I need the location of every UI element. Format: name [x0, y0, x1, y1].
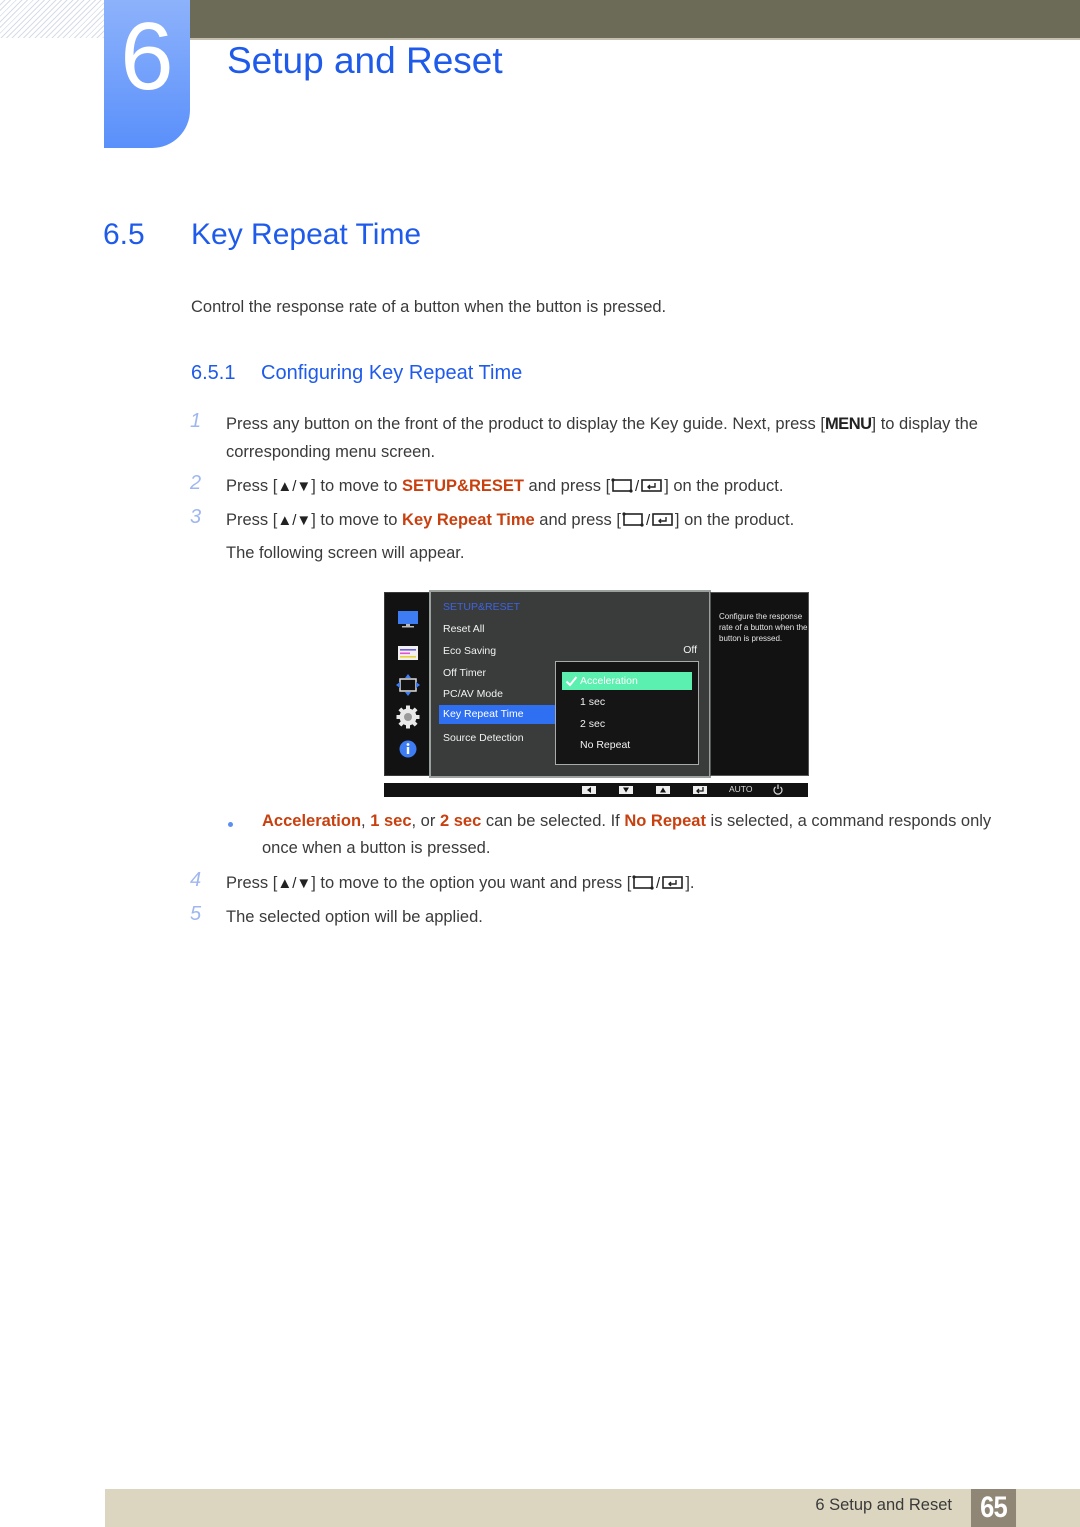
osd-options-submenu: Acceleration 1 sec 2 sec No Repeat — [555, 661, 699, 765]
osd-button-bar: AUTO — [384, 783, 808, 797]
down-arrow-icon[interactable] — [619, 786, 633, 794]
step-2-text: Press [▲/▼] to move to SETUP&RESET and p… — [226, 472, 1016, 503]
auto-button[interactable]: AUTO — [729, 784, 752, 794]
osd-option-no-repeat[interactable]: No Repeat — [580, 739, 630, 751]
osd-menu-item-label: Key Repeat Time — [443, 708, 524, 720]
source-enter-icon: / — [610, 475, 664, 503]
osd-menu-item-pc-av-mode[interactable]: PC/AV Mode — [443, 688, 503, 700]
step-5-text: The selected option will be applied. — [226, 908, 483, 926]
osd-side-menu — [384, 592, 432, 776]
note-text-part: , — [361, 812, 371, 830]
subsection-number: 6.5.1 — [191, 362, 236, 384]
highlight-term: Acceleration — [262, 812, 362, 830]
up-down-arrow-icon: ▲/▼ — [277, 875, 312, 892]
highlight-term: No Repeat — [624, 812, 706, 830]
checkmark-icon — [565, 674, 578, 692]
step-number: 2 — [190, 472, 202, 494]
osd-option-1-sec[interactable]: 1 sec — [580, 696, 605, 708]
step-3-text: Press [▲/▼] to move to Key Repeat Time a… — [226, 506, 1016, 537]
step-text-part: Press any button on the front of the pro… — [226, 415, 825, 433]
svg-text:/: / — [656, 875, 661, 891]
step-3-followup: The following screen will appear. — [226, 544, 465, 562]
subsection-title: Configuring Key Repeat Time — [261, 362, 523, 384]
section-number: 6.5 — [103, 218, 145, 251]
power-icon[interactable] — [772, 783, 784, 801]
step-text-part: ] on the product. — [674, 511, 795, 529]
header-bar — [190, 0, 1080, 40]
osd-menu-item-reset-all[interactable]: Reset All — [443, 623, 484, 635]
osd-help-panel: Configure the response rate of a button … — [710, 592, 809, 776]
step-number: 1 — [190, 410, 202, 432]
osd-eco-saving-value: Off — [683, 644, 697, 656]
step-text-part: Press [ — [226, 511, 278, 529]
osd-menu-item-off-timer[interactable]: Off Timer — [443, 667, 486, 679]
chapter-title: Setup and Reset — [227, 40, 503, 81]
section-intro: Control the response rate of a button wh… — [191, 298, 667, 316]
step-text-part: ] to move to the option you want and pre… — [311, 874, 632, 892]
step-number: 3 — [190, 506, 202, 528]
page-number: 65 — [970, 1489, 1017, 1527]
step-1-text: Press any button on the front of the pro… — [226, 410, 1016, 466]
up-arrow-icon[interactable] — [656, 786, 670, 794]
step-text-part: and press [ — [534, 511, 621, 529]
source-enter-icon: / — [621, 509, 675, 537]
osd-menu-item-source-detection[interactable]: Source Detection — [443, 732, 524, 744]
osd-section-label: SETUP&RESET — [443, 601, 521, 613]
info-icon — [396, 739, 420, 759]
osd-menu-item-key-repeat-time[interactable]: Key Repeat Time — [439, 705, 559, 724]
header-hatch-decoration — [0, 0, 104, 38]
up-down-arrow-icon: ▲/▼ — [277, 512, 312, 529]
section-title: Key Repeat Time — [191, 218, 422, 251]
footer-chapter-label: 6 Setup and Reset — [815, 1496, 952, 1514]
osd-menu-item-eco-saving[interactable]: Eco Saving — [443, 645, 496, 657]
left-arrow-icon[interactable] — [582, 786, 596, 794]
step-text-part: ] to move to — [311, 511, 403, 529]
step-text-part: and press [ — [523, 477, 611, 495]
osd-option-label: Acceleration — [580, 675, 638, 687]
svg-text:/: / — [646, 512, 651, 528]
setup-gear-icon — [396, 705, 420, 729]
enter-icon[interactable] — [693, 786, 707, 794]
menu-key-label: MENU — [824, 415, 872, 433]
highlight-term: SETUP&RESET — [402, 477, 524, 495]
highlight-term: 1 sec — [370, 812, 412, 830]
step-text-part: ]. — [685, 874, 695, 892]
position-icon — [396, 673, 420, 696]
source-enter-icon: / — [631, 872, 685, 900]
step-text-part: Press [ — [226, 477, 278, 495]
chapter-number: 6 — [120, 3, 174, 110]
osd-option-acceleration[interactable]: Acceleration — [562, 672, 692, 690]
osd-option-2-sec[interactable]: 2 sec — [580, 718, 605, 730]
bullet-icon — [228, 822, 233, 827]
up-down-arrow-icon: ▲/▼ — [277, 478, 312, 495]
note-text-part: , or — [411, 812, 440, 830]
chapter-tab: 6 — [104, 0, 190, 148]
step-number: 5 — [190, 903, 202, 925]
monitor-icon — [396, 610, 420, 630]
osd-help-text: Configure the response rate of a button … — [719, 612, 808, 643]
step-text-part: Press [ — [226, 874, 278, 892]
step-text-part: ] to move to — [311, 477, 403, 495]
page-footer: 6 Setup and Reset 65 — [105, 1489, 1080, 1527]
svg-text:/: / — [635, 478, 640, 494]
step-number: 4 — [190, 869, 202, 891]
highlight-term: 2 sec — [439, 812, 482, 830]
step-4-text: Press [▲/▼] to move to the option you wa… — [226, 869, 1016, 900]
step-text-part: ] on the product. — [664, 477, 784, 495]
note-text-part: can be selected. If — [481, 812, 625, 830]
picture-settings-icon — [396, 643, 420, 663]
note-text: Acceleration, 1 sec, or 2 sec can be sel… — [262, 808, 1022, 862]
highlight-term: Key Repeat Time — [402, 511, 535, 529]
